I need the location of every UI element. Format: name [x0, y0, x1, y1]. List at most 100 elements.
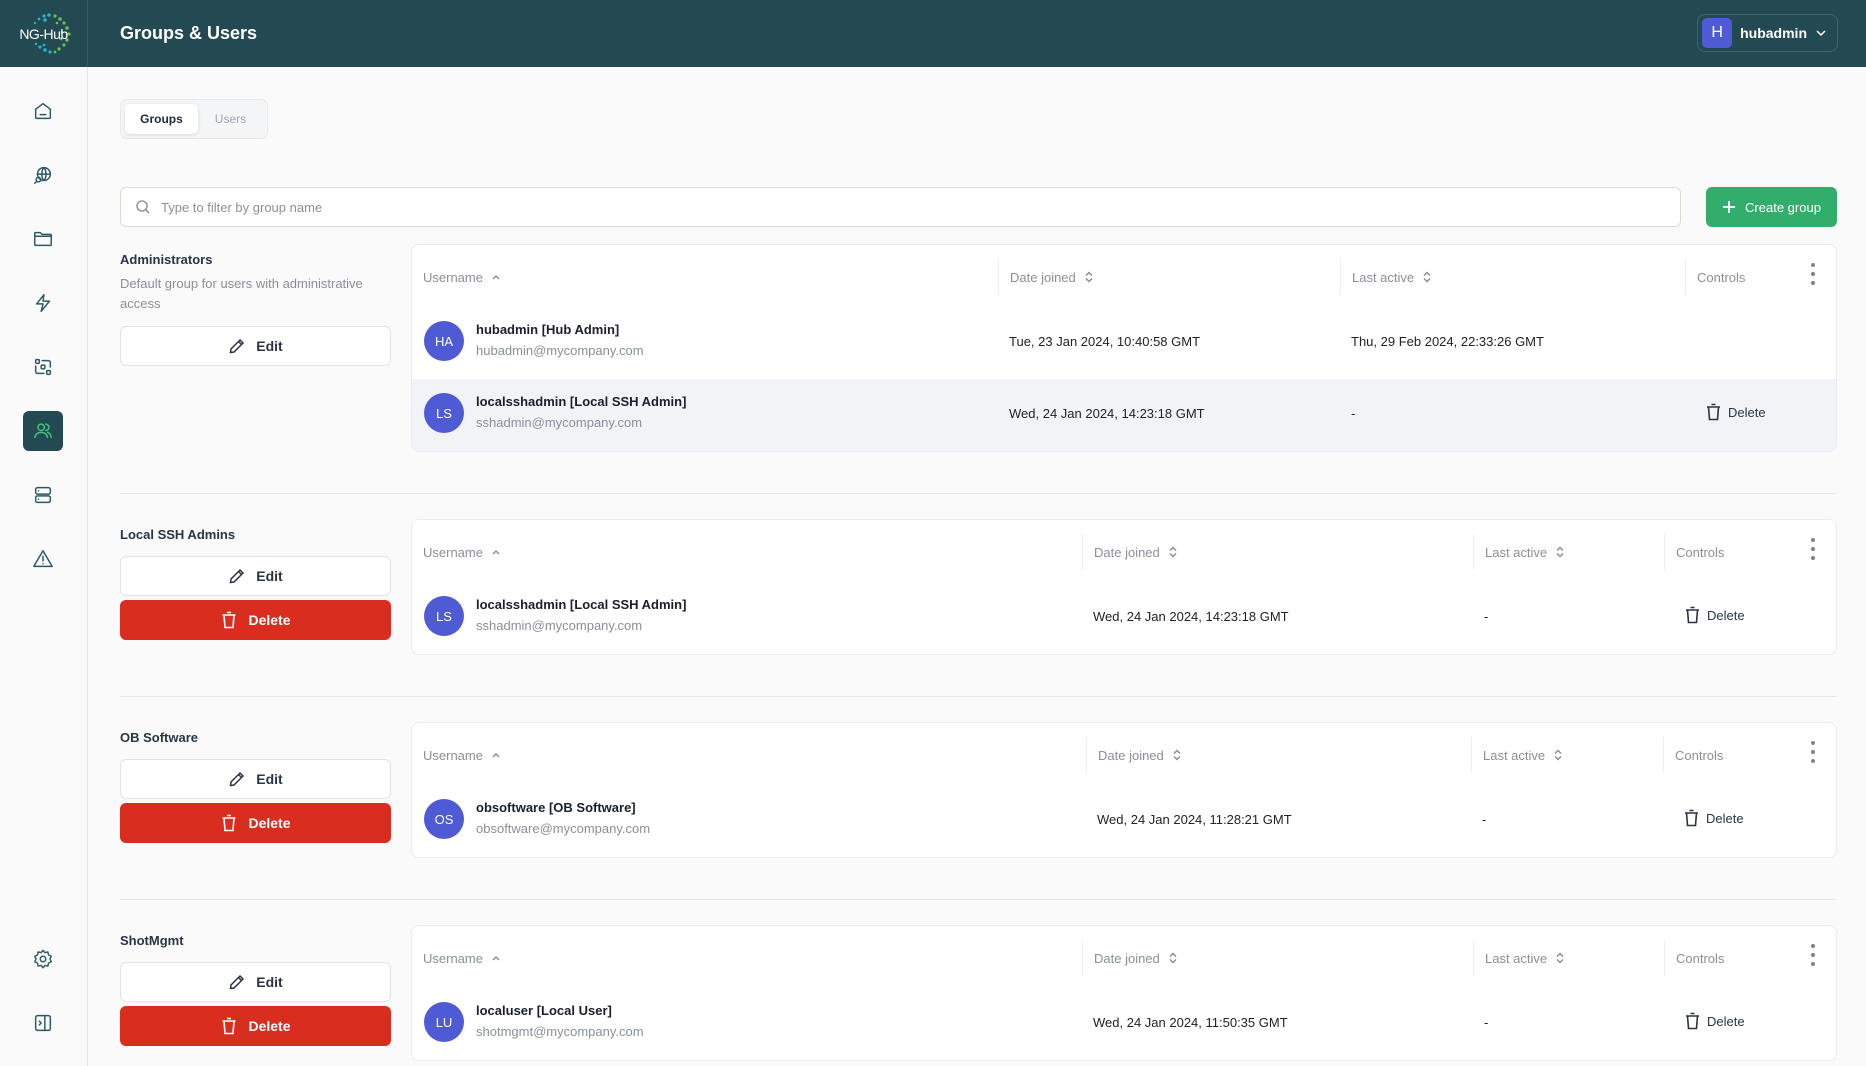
- trash-icon: [1685, 809, 1698, 827]
- sidebar-item-alerts[interactable]: [23, 539, 63, 579]
- page-title: Groups & Users: [120, 23, 258, 43]
- edit-group-button[interactable]: Edit: [120, 962, 391, 1002]
- group-filter-input[interactable]: [161, 199, 1661, 215]
- column-controls: Controls: [1663, 737, 1723, 773]
- delete-group-button[interactable]: Delete: [120, 600, 391, 640]
- sidebar-item-events[interactable]: [23, 283, 63, 323]
- column-label: Controls: [1697, 269, 1746, 285]
- column-username[interactable]: Username: [423, 259, 501, 295]
- members-table: Username Date joined Last active Control…: [411, 925, 1837, 1061]
- column-username[interactable]: Username: [423, 737, 501, 773]
- last-active: -: [1482, 812, 1487, 827]
- pencil-icon: [229, 568, 245, 584]
- column-username[interactable]: Username: [423, 534, 501, 570]
- delete-label: Delete: [248, 612, 291, 628]
- sort-icon: [1556, 546, 1564, 558]
- member-email: hubadmin@mycompany.com: [476, 343, 644, 358]
- column-last-active[interactable]: Last active: [1340, 259, 1432, 295]
- column-date-joined[interactable]: Date joined: [1082, 534, 1178, 570]
- table-header: Username Date joined Last active Control…: [412, 926, 1836, 988]
- delete-label: Delete: [1707, 607, 1745, 623]
- sidebar-item-groups-users[interactable]: [23, 411, 63, 451]
- pencil-icon: [229, 974, 245, 990]
- group-name: OB Software: [120, 730, 199, 745]
- date-joined: Wed, 24 Jan 2024, 14:23:18 GMT: [1093, 609, 1289, 624]
- remove-member-button[interactable]: Delete: [1684, 1012, 1745, 1030]
- column-label: Last active: [1352, 269, 1415, 285]
- last-active: Thu, 29 Feb 2024, 22:33:26 GMT: [1351, 334, 1544, 349]
- sort-icon: [1556, 952, 1564, 964]
- remove-member-button[interactable]: Delete: [1683, 809, 1744, 827]
- sidebar-item-home[interactable]: [23, 91, 63, 131]
- create-group-label: Create group: [1745, 199, 1821, 215]
- sort-icon: [1169, 546, 1177, 558]
- pencil-icon: [229, 338, 245, 354]
- delete-group-button[interactable]: Delete: [120, 803, 391, 843]
- group-info: ShotMgmt Edit Delete: [120, 933, 391, 1046]
- edit-group-button[interactable]: Edit: [120, 759, 391, 799]
- remove-member-button[interactable]: Delete: [1705, 403, 1766, 421]
- trash-icon: [222, 1017, 236, 1035]
- tab-groups[interactable]: Groups: [125, 104, 198, 134]
- member-username: localsshadmin [Local SSH Admin]: [476, 394, 687, 409]
- folder-icon: [34, 231, 52, 247]
- globe-search-icon: [34, 166, 52, 184]
- logo[interactable]: NG-Hub: [0, 0, 88, 67]
- column-label: Username: [423, 269, 483, 285]
- table-header: Username Date joined Last active Control…: [412, 520, 1836, 582]
- member-username: localuser [Local User]: [476, 1003, 612, 1018]
- column-date-joined[interactable]: Date joined: [1082, 940, 1178, 976]
- column-last-active[interactable]: Last active: [1473, 940, 1565, 976]
- top-bar: NG-Hub Groups & Users H hubadmin: [0, 0, 1866, 67]
- date-joined: Tue, 23 Jan 2024, 10:40:58 GMT: [1009, 334, 1201, 349]
- plus-icon: [1723, 201, 1736, 213]
- sidebar-item-network[interactable]: [23, 155, 63, 195]
- table-row: LU localuser [Local User] shotmgmt@mycom…: [412, 988, 1836, 1060]
- sort-icon: [1423, 271, 1431, 283]
- sidebar-item-servers[interactable]: [23, 475, 63, 515]
- members-table: Username Date joined Last active Control…: [411, 722, 1837, 858]
- column-username[interactable]: Username: [423, 940, 501, 976]
- scan-icon: [34, 358, 52, 376]
- column-label: Username: [423, 544, 483, 560]
- sidebar-item-settings[interactable]: [23, 939, 63, 979]
- sort-icon: [1085, 271, 1093, 283]
- sidebar-collapse-toggle[interactable]: [23, 1003, 63, 1043]
- column-label: Username: [423, 747, 483, 763]
- group-info: OB Software Edit Delete: [120, 730, 391, 843]
- delete-label: Delete: [1706, 810, 1744, 826]
- sidebar-item-scan[interactable]: [23, 347, 63, 387]
- column-date-joined[interactable]: Date joined: [1086, 737, 1182, 773]
- more-options-icon[interactable]: [1810, 263, 1816, 285]
- edit-group-button[interactable]: Edit: [120, 556, 391, 596]
- date-joined: Wed, 24 Jan 2024, 14:23:18 GMT: [1009, 406, 1205, 421]
- edit-group-button[interactable]: Edit: [120, 326, 391, 366]
- date-joined: Wed, 24 Jan 2024, 11:28:21 GMT: [1097, 812, 1292, 827]
- more-options-icon[interactable]: [1810, 741, 1816, 763]
- more-options-icon[interactable]: [1810, 944, 1816, 966]
- column-label: Date joined: [1010, 269, 1076, 285]
- delete-group-button[interactable]: Delete: [120, 1006, 391, 1046]
- divider: [120, 493, 1836, 494]
- column-last-active[interactable]: Last active: [1471, 737, 1563, 773]
- last-active: -: [1484, 609, 1489, 624]
- create-group-button[interactable]: Create group: [1706, 187, 1837, 227]
- group-description: Default group for users with administrat…: [120, 276, 363, 311]
- sidebar-item-files[interactable]: [23, 219, 63, 259]
- remove-member-button[interactable]: Delete: [1684, 606, 1745, 624]
- trash-icon: [222, 611, 236, 629]
- gear-icon: [34, 949, 52, 969]
- user-menu-button[interactable]: H hubadmin: [1697, 14, 1838, 52]
- last-active: -: [1484, 1015, 1489, 1030]
- tab-users[interactable]: Users: [198, 104, 263, 134]
- column-date-joined[interactable]: Date joined: [998, 259, 1094, 295]
- more-options-icon[interactable]: [1810, 538, 1816, 560]
- column-label: Date joined: [1094, 544, 1160, 560]
- members-table: Username Date joined Last active Control…: [411, 244, 1837, 452]
- column-last-active[interactable]: Last active: [1473, 534, 1565, 570]
- table-row: HA hubadmin [Hub Admin] hubadmin@mycompa…: [412, 307, 1836, 379]
- column-label: Controls: [1676, 544, 1725, 560]
- pencil-icon: [229, 771, 245, 787]
- table-header: Username Date joined Last active Control…: [412, 723, 1836, 785]
- sort-ascending-icon: [492, 274, 500, 280]
